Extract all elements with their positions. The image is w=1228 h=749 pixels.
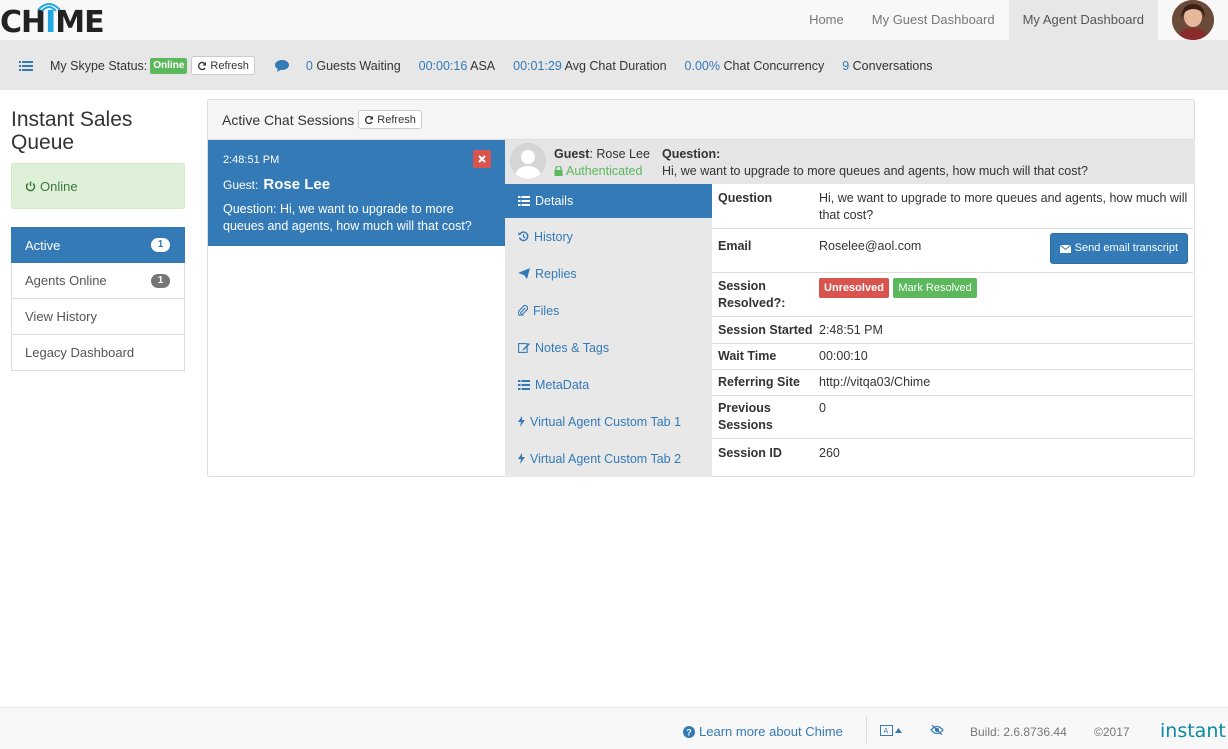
list-icon	[518, 379, 530, 390]
detail-row-resolved: Session Resolved?: Unresolved Mark Resol…	[712, 273, 1193, 317]
footer-divider	[866, 716, 867, 743]
nav-home[interactable]: Home	[795, 0, 858, 40]
chat-bubble-icon	[274, 59, 289, 72]
detail-row-session-id: Session ID 260	[718, 446, 840, 460]
tab-notes-tags[interactable]: Notes & Tags	[505, 329, 712, 366]
refresh-icon	[198, 61, 207, 70]
panel-title: Active Chat Sessions	[222, 111, 355, 128]
instant-logo: instant.	[1160, 720, 1228, 742]
chat-session-card[interactable]: 2:48:51 PM Guest: Rose Lee Question: Hi, …	[208, 140, 505, 246]
online-status-box: Online	[11, 163, 185, 209]
guest-avatar	[510, 143, 546, 179]
detail-row-session-started: Session Started 2:48:51 PM	[712, 317, 1193, 344]
lock-icon	[554, 166, 563, 176]
bolt-icon	[518, 453, 525, 464]
avg-chat-duration-stat: 00:01:29 Avg Chat Duration	[513, 58, 667, 73]
language-icon: A	[880, 725, 893, 736]
mark-resolved-button[interactable]: Mark Resolved	[893, 278, 977, 298]
session-guest-name: Rose Lee	[263, 176, 331, 193]
top-navbar: CHIME Home My Guest Dashboard My Agent D…	[0, 0, 1228, 41]
eye-slash-icon[interactable]	[930, 725, 944, 735]
tab-files[interactable]: Files	[505, 292, 712, 329]
asa-stat: 00:00:16 ASA	[418, 58, 496, 73]
question-circle-icon: ?	[683, 725, 695, 738]
history-icon	[518, 231, 529, 242]
skype-status-badge[interactable]: Online	[150, 57, 188, 74]
queue-nav: Active 1 Agents Online 1 View History Le…	[11, 227, 185, 371]
session-tabs: Details History Replies Files Notes & Ta…	[505, 184, 712, 477]
detail-row-referring-site: Referring Site http://vitqa03/Chime	[712, 370, 1193, 396]
session-details: Question Hi, we want to upgrade to more …	[712, 184, 1193, 466]
active-chat-sessions-panel: Active Chat Sessions Refresh 2:48:51 PM …	[207, 99, 1195, 477]
guest-email[interactable]: Roselee@aol.com	[819, 239, 921, 253]
status-bar: My Skype Status: Online Refresh 0 Guests…	[0, 41, 1228, 90]
guest-header: Guest: Rose Lee Authenticated Question: …	[505, 140, 1195, 184]
tab-virtual-agent-2[interactable]: Virtual Agent Custom Tab 2	[505, 440, 712, 477]
skype-status-label: My Skype Status:	[50, 58, 148, 73]
detail-row-email: Email Roselee@aol.com Send email transcr…	[712, 229, 1193, 273]
tab-metadata[interactable]: MetaData	[505, 366, 712, 403]
edit-icon	[518, 343, 530, 353]
bolt-icon	[518, 416, 525, 427]
wifi-icon	[37, 3, 61, 12]
queue-title: Instant Sales Queue	[11, 108, 133, 154]
list-icon	[518, 196, 530, 206]
refresh-icon	[365, 115, 374, 124]
paperclip-icon	[518, 305, 528, 316]
user-avatar[interactable]	[1172, 0, 1214, 40]
nav-agent-dashboard[interactable]: My Agent Dashboard	[1008, 0, 1158, 40]
close-icon	[478, 155, 486, 163]
svg-text:?: ?	[686, 727, 692, 737]
guests-waiting-stat: 0 Guests Waiting	[305, 58, 401, 73]
queue-nav-view-history[interactable]: View History	[11, 299, 185, 335]
send-email-transcript-button[interactable]: Send email transcript	[1049, 233, 1188, 264]
nav-guest-dashboard[interactable]: My Guest Dashboard	[858, 0, 1009, 40]
guest-question-text: Hi, we want to upgrade to more queues an…	[662, 164, 1088, 178]
footer: ? Learn more about Chime A Build: 2.6.87…	[0, 707, 1228, 749]
detail-row-wait-time: Wait Time 00:00:10	[712, 344, 1193, 370]
conversations-stat: 9 Conversations	[842, 58, 933, 73]
status-refresh-button[interactable]: Refresh	[191, 56, 255, 75]
agents-online-count-badge: 1	[151, 273, 170, 288]
tab-history[interactable]: History	[505, 218, 712, 255]
unresolved-label[interactable]: Unresolved	[819, 278, 889, 298]
session-time: 2:48:51 PM	[223, 154, 280, 166]
sessions-refresh-button[interactable]: Refresh	[358, 110, 422, 129]
chat-concurrency-stat: 0.00% Chat Concurrency	[684, 58, 825, 73]
list-icon[interactable]	[19, 60, 33, 72]
queue-nav-active[interactable]: Active 1	[11, 227, 185, 263]
chime-logo[interactable]: CHIME	[0, 3, 105, 40]
tab-virtual-agent-1[interactable]: Virtual Agent Custom Tab 1	[505, 403, 712, 440]
copyright: ©2017	[1094, 725, 1130, 739]
detail-row-previous-sessions: Previous Sessions 0	[712, 396, 1193, 439]
guest-name: Rose Lee	[596, 147, 650, 161]
svg-text:A: A	[884, 728, 889, 735]
detail-row-question: Question Hi, we want to upgrade to more …	[712, 184, 1193, 229]
learn-more-link[interactable]: ? Learn more about Chime	[683, 724, 843, 739]
session-question: Question: Hi, we want to upgrade to more…	[223, 202, 472, 233]
tab-replies[interactable]: Replies	[505, 255, 712, 292]
language-selector[interactable]: A	[880, 725, 902, 736]
send-icon	[518, 268, 530, 279]
tab-details[interactable]: Details	[505, 184, 712, 218]
envelope-icon	[1059, 244, 1071, 253]
build-number: Build: 2.6.8736.44	[970, 725, 1067, 739]
queue-nav-legacy-dashboard[interactable]: Legacy Dashboard	[11, 335, 185, 371]
authenticated-status: Authenticated	[554, 164, 642, 178]
caret-up-icon	[895, 728, 902, 733]
power-icon	[25, 181, 36, 191]
close-session-button[interactable]	[473, 150, 491, 168]
active-count-badge: 1	[151, 238, 170, 252]
queue-nav-agents-online[interactable]: Agents Online 1	[11, 263, 185, 299]
